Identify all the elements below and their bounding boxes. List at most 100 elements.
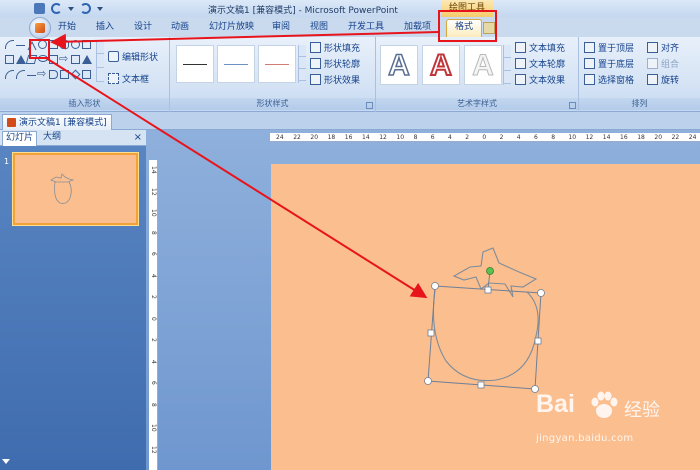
office-button-icon [35, 23, 45, 33]
wordart-style-outline[interactable]: A [380, 45, 418, 85]
star-shape-icon[interactable] [70, 69, 81, 80]
tab-design[interactable]: 设计 [134, 20, 152, 37]
curved-connector-icon[interactable] [16, 70, 25, 79]
selection-pane-icon [584, 74, 595, 85]
align-button[interactable]: 对齐 [647, 41, 679, 54]
slide-number: 1 [4, 157, 10, 166]
pentagon-shape-icon[interactable] [49, 70, 58, 79]
text-box-button[interactable]: 文本框 [108, 72, 149, 85]
parallelogram-shape-icon[interactable] [25, 55, 38, 64]
shape-styles-launcher-icon[interactable] [366, 102, 373, 109]
ruler-tick-h: 6 [430, 134, 435, 141]
tab-slideshow[interactable]: 幻灯片放映 [209, 20, 254, 37]
save-icon[interactable] [34, 3, 45, 14]
slide-thumbnail[interactable] [13, 153, 138, 225]
ruler-tick-h: 18 [637, 134, 645, 141]
callout-shape-icon[interactable] [60, 70, 69, 79]
undo-icon[interactable] [51, 3, 62, 14]
elbow-connector-icon[interactable] [5, 70, 14, 79]
shape-styles-scroll[interactable] [298, 45, 306, 83]
wordart-style-plain[interactable]: A [464, 45, 502, 85]
ruler-tick-h: 18 [327, 134, 336, 141]
ruler-tick-v: 2 [150, 338, 157, 342]
quick-access-toolbar [34, 2, 103, 15]
textbox-shape-icon[interactable] [5, 55, 14, 64]
ruler-tick-v: 0 [150, 316, 157, 321]
rounded-rect-shape-icon[interactable] [60, 40, 69, 49]
ruler-tick-h: 6 [534, 134, 538, 141]
powerpoint-doc-icon [7, 118, 16, 127]
paint-bucket-icon [310, 42, 321, 53]
text-fill-icon [515, 42, 526, 53]
tab-format[interactable]: 格式 [446, 19, 483, 37]
office-button[interactable] [29, 17, 51, 39]
freeform-scribble-icon[interactable] [27, 40, 37, 52]
ruler-tick-v: 6 [150, 252, 157, 256]
shapes-gallery-scroll[interactable] [96, 40, 104, 82]
arc-shape-icon[interactable] [5, 40, 14, 49]
qat-customize-icon[interactable] [97, 6, 103, 11]
tab-slides[interactable]: 幻灯片 [2, 131, 38, 146]
ruler-tick-v: 10 [150, 424, 157, 432]
tab-view[interactable]: 视图 [310, 20, 328, 37]
rotate-button[interactable]: 旋转 [647, 73, 679, 86]
tab-insert[interactable]: 插入 [96, 20, 114, 37]
selection-pane-button[interactable]: 选择窗格 [584, 73, 634, 86]
shape-style-blue[interactable] [217, 45, 255, 83]
rect-shape-icon[interactable] [49, 55, 58, 64]
tab-home[interactable]: 开始 [58, 20, 76, 37]
text-effects-button[interactable]: 文本效果 [515, 73, 565, 86]
document-tab[interactable]: 演示文稿1 [兼容模式] [2, 114, 112, 130]
oval-shape-icon[interactable] [38, 40, 47, 49]
undo-dropdown-icon[interactable] [68, 6, 74, 11]
text-fill-button[interactable]: 文本填充 [515, 41, 565, 54]
text-outline-button[interactable]: 文本轮廓 [515, 57, 565, 70]
wordart-styles-scroll[interactable] [503, 45, 511, 85]
tab-addins[interactable]: 加载项 [404, 20, 431, 37]
ellipse-shape-icon[interactable] [38, 55, 48, 62]
baidu-paw-icon [591, 391, 618, 418]
edit-shape-icon [108, 51, 119, 62]
bring-to-front-button[interactable]: 置于顶层 [584, 41, 634, 54]
shape-style-red[interactable] [258, 45, 296, 83]
redo-icon[interactable] [80, 3, 91, 14]
send-to-back-button[interactable]: 置于底层 [584, 57, 634, 70]
tab-animations[interactable]: 动画 [171, 20, 189, 37]
tab-outline[interactable]: 大纲 [40, 131, 64, 146]
close-icon[interactable]: × [134, 132, 142, 143]
circle-shape-icon[interactable] [71, 40, 80, 49]
ruler-tick-h: 20 [310, 134, 319, 141]
triangle-shape-icon[interactable] [16, 55, 26, 64]
horizontal-ruler: 24 22 20 18 16 14 12 10 8 6 4 2 0 2 4 6 8 10 12 14 16 18 20 22 2… [270, 133, 700, 142]
panel-scroll-down-icon[interactable] [2, 459, 10, 464]
text-box-icon [108, 73, 119, 84]
block-shape-icon[interactable] [71, 55, 80, 64]
ribbon-minimize-icon[interactable] [483, 22, 495, 34]
rectangle-shape-icon[interactable] [49, 40, 58, 49]
square-shape-icon[interactable] [82, 40, 91, 49]
group-objects-button[interactable]: 组合 [647, 57, 679, 70]
ruler-tick-h: 12 [379, 134, 387, 141]
ruler-tick-h: 14 [362, 134, 370, 141]
shape-effects-button[interactable]: 形状效果 [310, 73, 360, 86]
right-triangle-shape-icon[interactable] [82, 55, 92, 64]
group-label-arrange: 排列 [579, 98, 700, 110]
wordart-style-red[interactable]: A [422, 45, 460, 85]
pen-outline-icon [310, 58, 321, 69]
wordart-launcher-icon[interactable] [569, 102, 576, 109]
edit-shape-button[interactable]: 编辑形状 [108, 50, 158, 63]
shape-outline-button[interactable]: 形状轮廓 [310, 57, 360, 70]
shape-style-dark[interactable] [176, 45, 214, 83]
ruler-tick-h: 10 [568, 134, 577, 141]
group-arrange: 置于顶层 置于底层 选择窗格 对齐 组合 旋转 排列 [579, 37, 700, 112]
tab-developer[interactable]: 开发工具 [348, 20, 384, 37]
line-shape-icon[interactable] [16, 45, 25, 54]
shape-fill-button[interactable]: 形状填充 [310, 41, 360, 54]
chevron-shape-icon[interactable] [82, 70, 91, 79]
right-arrow-shape-icon[interactable] [37, 67, 47, 80]
connector-line-icon[interactable] [27, 75, 36, 84]
tab-review[interactable]: 审阅 [272, 20, 290, 37]
arrow-shape-icon[interactable] [59, 52, 69, 65]
ruler-tick-h: 8 [413, 134, 418, 141]
slides-panel-tabs: 幻灯片 大纲 × [0, 130, 146, 146]
